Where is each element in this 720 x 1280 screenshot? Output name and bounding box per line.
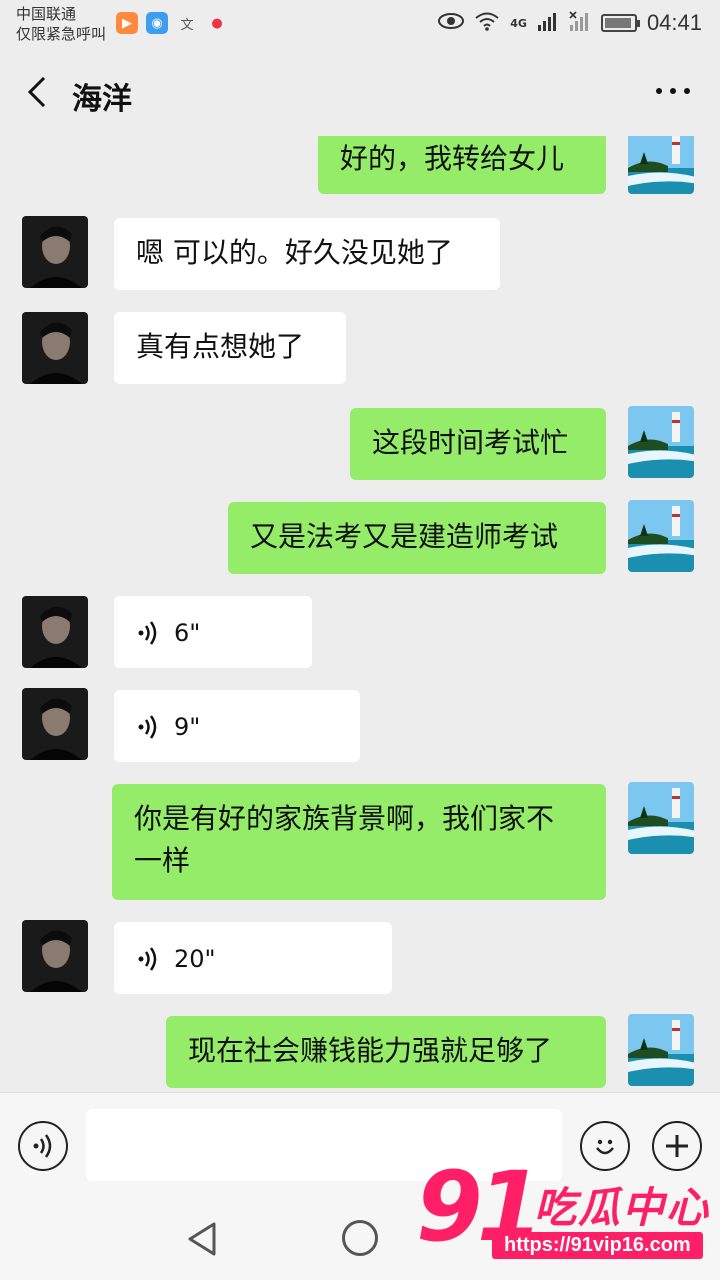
man-portrait-avatar-icon xyxy=(22,920,88,992)
voice-wave-icon xyxy=(138,621,157,645)
more-dot-icon xyxy=(684,88,690,94)
status-icons: 4G 04:41 xyxy=(438,10,702,36)
battery-icon xyxy=(600,14,640,32)
message-row: 9" xyxy=(0,688,720,768)
message-list[interactable]: 好的，我转给女儿 嗯 可以的。好久没见她了 真有点想她了 这段时间考试忙 又是法… xyxy=(0,136,720,1092)
voice-message-bubble[interactable]: 6" xyxy=(114,596,312,668)
lighthouse-avatar-icon xyxy=(628,136,694,194)
my-avatar[interactable] xyxy=(628,136,694,194)
message-bubble[interactable]: 嗯 可以的。好久没见她了 xyxy=(114,218,500,290)
triangle-back-icon xyxy=(188,1222,216,1256)
voice-duration: 6" xyxy=(174,619,201,647)
man-portrait-avatar-icon xyxy=(22,216,88,288)
voice-duration: 9" xyxy=(174,713,201,741)
voice-message-bubble[interactable]: 9" xyxy=(114,690,360,762)
message-row: 你是有好的家族背景啊，我们家不 一样 xyxy=(0,782,720,912)
my-avatar[interactable] xyxy=(628,782,694,854)
voice-wave-icon xyxy=(33,1134,52,1158)
voice-message-bubble[interactable]: 20" xyxy=(114,922,392,994)
contact-avatar[interactable] xyxy=(22,312,88,384)
message-text-line: 你是有好的家族背景啊，我们家不 xyxy=(134,802,555,835)
contact-avatar[interactable] xyxy=(22,920,88,992)
man-portrait-avatar-icon xyxy=(22,312,88,384)
more-options-button[interactable] xyxy=(656,88,690,94)
location-pin-icon: ● xyxy=(211,15,223,31)
my-avatar[interactable] xyxy=(628,500,694,572)
more-dot-icon xyxy=(656,88,662,94)
video-app-icon: ▶ xyxy=(116,12,138,34)
message-row: 好的，我转给女儿 xyxy=(0,136,720,206)
carrier-status: 仅限紧急呼叫 xyxy=(16,25,107,43)
man-portrait-avatar-icon xyxy=(22,596,88,668)
signal-icon xyxy=(537,11,559,35)
chat-header: 海洋 xyxy=(0,50,720,136)
message-bubble[interactable]: 真有点想她了 xyxy=(114,312,346,384)
nav-back-button[interactable] xyxy=(184,1220,218,1262)
my-avatar[interactable] xyxy=(628,1014,694,1086)
network-type: 4G xyxy=(510,16,527,30)
message-row: 这段时间考试忙 xyxy=(0,406,720,486)
signal-app-icon: ◉ xyxy=(146,12,168,34)
chat-title: 海洋 xyxy=(72,82,132,117)
lighthouse-avatar-icon xyxy=(628,1014,694,1086)
message-row: 真有点想她了 xyxy=(0,312,720,392)
message-row: 6" xyxy=(0,596,720,676)
message-row: 嗯 可以的。好久没见她了 xyxy=(0,216,720,296)
message-row: 20" xyxy=(0,920,720,1000)
message-bubble[interactable]: 这段时间考试忙 xyxy=(350,408,606,480)
carrier-name: 中国联通 xyxy=(16,5,77,23)
status-bar: 中国联通 仅限紧急呼叫 ▶ ◉ 文 ● 4G 04:41 xyxy=(0,0,720,50)
clock: 04:41 xyxy=(646,10,702,35)
contact-avatar[interactable] xyxy=(22,216,88,288)
contact-avatar[interactable] xyxy=(22,596,88,668)
eye-icon xyxy=(438,12,465,34)
message-text-line: 一样 xyxy=(134,844,191,877)
message-bubble[interactable]: 又是法考又是建造师考试 xyxy=(228,502,606,574)
message-row: 又是法考又是建造师考试 xyxy=(0,500,720,580)
message-bubble[interactable]: 现在社会赚钱能力强就足够了 xyxy=(166,1016,606,1088)
signal-no-sim-icon xyxy=(569,11,591,35)
man-portrait-avatar-icon xyxy=(22,688,88,760)
watermark-name: 吃瓜中心 xyxy=(534,1183,711,1232)
nav-home-button[interactable] xyxy=(342,1220,378,1256)
back-button[interactable] xyxy=(22,74,52,110)
notification-icons: ▶ ◉ 文 ● xyxy=(116,12,228,34)
translate-icon: 文 xyxy=(180,17,194,33)
watermark: 91 吃瓜中心 https://91vip16.com xyxy=(416,1152,716,1276)
wifi-icon xyxy=(474,11,500,35)
carrier-text: 中国联通 仅限紧急呼叫 xyxy=(16,4,106,44)
chevron-left-icon xyxy=(27,76,46,108)
voice-wave-icon xyxy=(138,715,157,739)
my-avatar[interactable] xyxy=(628,406,694,478)
lighthouse-avatar-icon xyxy=(628,782,694,854)
message-row: 现在社会赚钱能力强就足够了 xyxy=(0,1014,720,1092)
voice-input-button[interactable] xyxy=(18,1121,68,1171)
message-bubble[interactable]: 好的，我转给女儿 xyxy=(318,136,606,194)
message-bubble[interactable]: 你是有好的家族背景啊，我们家不 一样 xyxy=(112,784,606,900)
watermark-url: https://91vip16.com xyxy=(492,1232,703,1259)
voice-wave-icon xyxy=(138,947,157,971)
lighthouse-avatar-icon xyxy=(628,406,694,478)
contact-avatar[interactable] xyxy=(22,688,88,760)
more-dot-icon xyxy=(670,88,676,94)
lighthouse-avatar-icon xyxy=(628,500,694,572)
voice-duration: 20" xyxy=(174,945,216,973)
